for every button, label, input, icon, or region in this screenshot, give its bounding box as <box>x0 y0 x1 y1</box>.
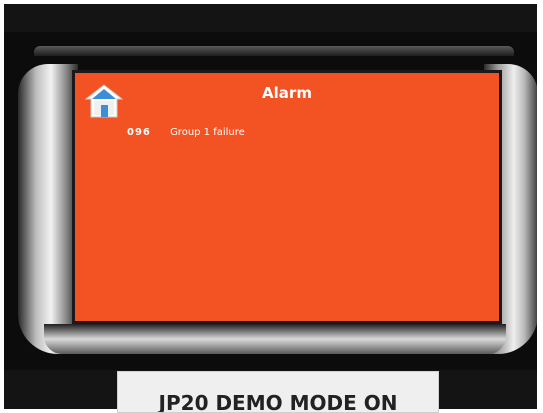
screen-title: Alarm <box>262 84 312 102</box>
device-photo: Alarm 096 Group 1 failure <box>4 4 537 409</box>
bezel-left <box>18 64 78 354</box>
bezel-bottom <box>44 324 506 354</box>
alarm-code: 096 <box>127 127 151 138</box>
alarm-entry[interactable]: 096 Group 1 failure <box>127 127 245 143</box>
alarm-description: Group 1 failure <box>170 127 245 138</box>
device-label-plate: JP20 DEMO MODE ON <box>117 371 439 413</box>
alarm-screen: Alarm 096 Group 1 failure <box>72 70 502 324</box>
bezel-top <box>34 46 514 56</box>
device-label-text: JP20 DEMO MODE ON <box>158 391 398 413</box>
